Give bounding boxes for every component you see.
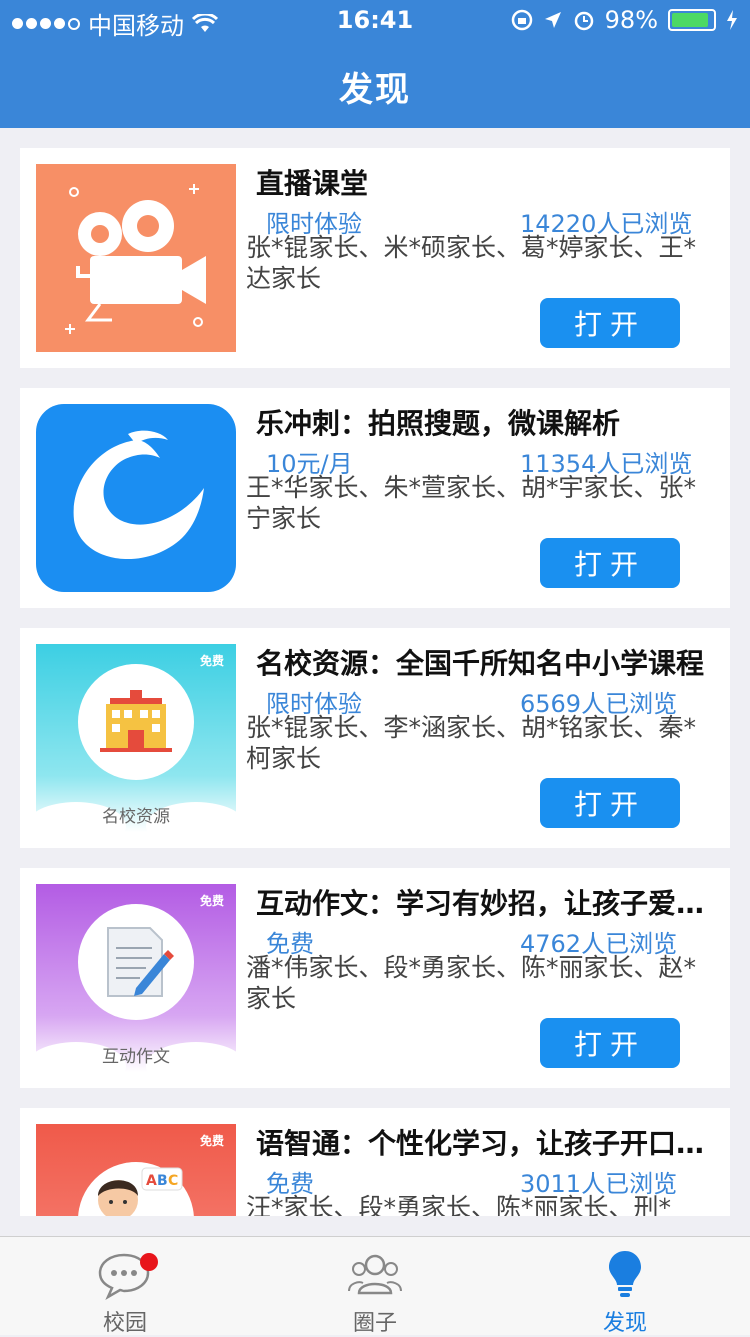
tab-campus[interactable]: 校园 [0,1237,250,1336]
card-title: 直播课堂 [256,167,369,200]
card-parents: 王*华家长、朱*萱家长、胡*宇家长、张*宁家长 [246,473,697,533]
rotation-lock-icon [511,9,532,31]
card-parents: 张*锟家长、李*涵家长、胡*铭家长、秦*柯家长 [246,713,697,773]
tab-discover[interactable]: 发现 [500,1237,750,1336]
card-thumbnail [36,404,236,592]
card-title: 互动作文：学习有妙招，让孩子爱上写作 [256,887,716,920]
card-thumbnail: 免费 A B C [36,1124,236,1216]
tab-bar: 校园 圈子 发现 [0,1236,750,1336]
status-bar: 中国移动 16:41 98% [0,0,750,40]
discover-list[interactable]: 直播课堂 限时体验 14220人已浏览 张*锟家长、米*硕家长、葛*婷家长、王*… [0,128,750,1216]
svg-text:A: A [146,1173,157,1189]
card-thumbnail: 免费 名校资源 [36,644,236,832]
boy-abc-icon: A B C [78,1162,194,1216]
tab-circle[interactable]: 圈子 [250,1237,500,1336]
list-item[interactable]: 免费 A B C 语智通：个性化学习，让孩子开口说英语 免费 3011人已浏览 … [20,1108,730,1216]
list-item[interactable]: 直播课堂 限时体验 14220人已浏览 张*锟家长、米*硕家长、葛*婷家长、王*… [20,148,730,368]
card-title: 名校资源：全国千所知名中小学课程 [256,647,705,680]
charging-icon [727,10,737,30]
battery-percent: 98% [604,6,658,34]
thumbnail-label: 互动作文 [102,1047,170,1067]
group-people-icon [348,1254,402,1295]
open-button[interactable]: 打开 [540,298,680,348]
app-header: 中国移动 16:41 98% 发现 [0,0,750,128]
list-item[interactable]: 乐冲刺：拍照搜题，微课解析 10元/月 11354人已浏览 王*华家长、朱*萱家… [20,388,730,608]
open-button[interactable]: 打开 [540,538,680,588]
open-button[interactable]: 打开 [540,1018,680,1068]
tab-label: 校园 [102,1311,147,1336]
open-button[interactable]: 打开 [540,778,680,828]
battery-icon [668,9,716,31]
tab-label: 圈子 [352,1311,397,1336]
notification-badge [140,1253,158,1271]
list-item[interactable]: 免费 名校资源 名校资源：全国千所知名中小学课程 限时体验 6569人已浏览 张… [20,628,730,848]
card-parents: 潘*伟家长、段*勇家长、陈*丽家长、赵*家长 [246,953,697,1013]
list-item[interactable]: 免费 互动作文 互动作文：学习有妙招，让孩子爱上写作 免费 4762人已浏览 潘… [20,868,730,1088]
svg-text:B: B [157,1173,168,1189]
thumbnail-label: 名校资源 [102,807,170,827]
card-thumbnail [36,164,236,352]
page-title: 发现 [339,70,411,110]
card-parents: 汪*家长、段*勇家长、陈*丽家长、刑* [246,1193,672,1216]
alarm-icon [574,11,593,31]
tab-label: 发现 [602,1311,647,1336]
lightbulb-icon [609,1251,641,1297]
card-parents: 张*锟家长、米*硕家长、葛*婷家长、王*达家长 [246,233,697,293]
card-thumbnail: 免费 互动作文 [36,884,236,1072]
svg-text:C: C [168,1173,178,1189]
card-title: 语智通：个性化学习，让孩子开口说英语 [256,1127,716,1160]
movie-camera-icon [65,184,206,334]
lechongci-logo-icon [73,430,204,560]
location-icon [544,12,561,28]
card-title: 乐冲刺：拍照搜题，微课解析 [256,407,621,440]
